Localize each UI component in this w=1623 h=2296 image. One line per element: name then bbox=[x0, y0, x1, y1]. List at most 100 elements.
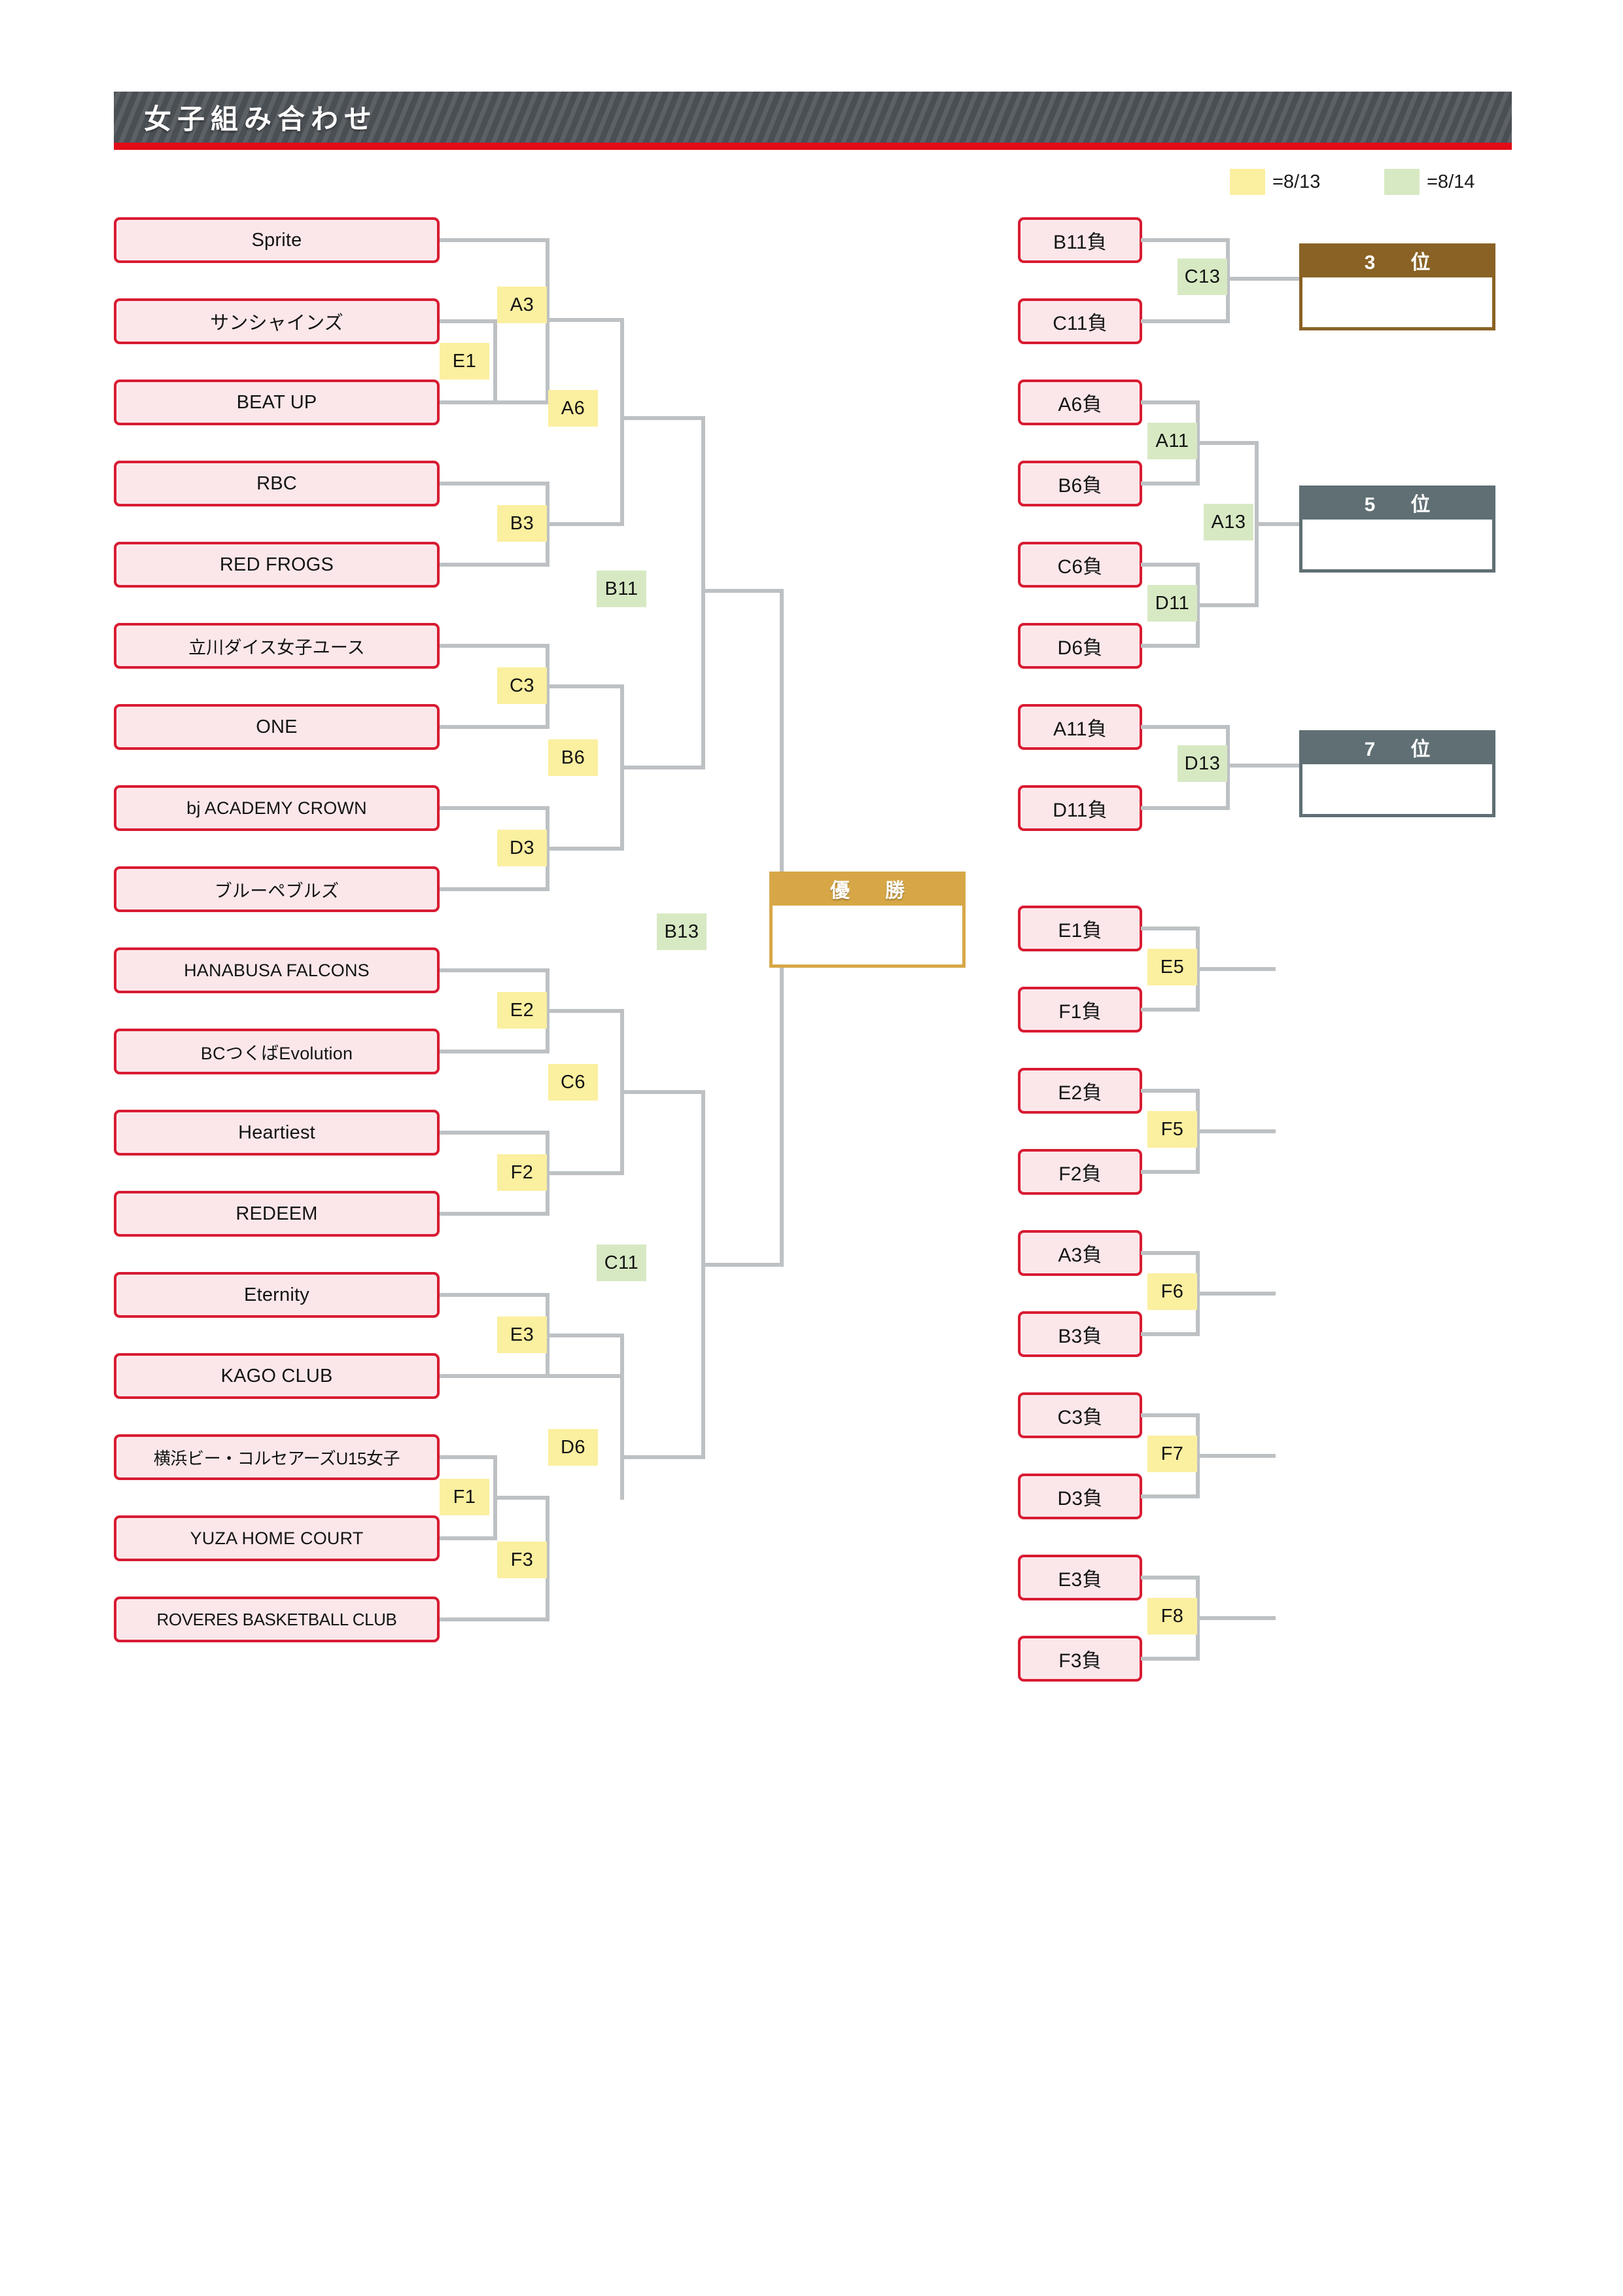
match-label-E3[interactable]: E3 bbox=[497, 1316, 547, 1353]
team-box[interactable]: Eternity bbox=[114, 1272, 440, 1318]
legend-swatch-green-icon bbox=[1384, 169, 1420, 195]
match-label-D13[interactable]: D13 bbox=[1178, 745, 1227, 782]
loser-box[interactable]: C11負 bbox=[1018, 298, 1142, 344]
team-box[interactable]: REDEEM bbox=[114, 1191, 440, 1237]
legend-item-813: =8/13 bbox=[1230, 169, 1320, 195]
team-box[interactable]: Sprite bbox=[114, 217, 440, 263]
loser-box[interactable]: F3負 bbox=[1018, 1636, 1142, 1682]
connector-line bbox=[1141, 1251, 1200, 1255]
team-box[interactable]: BEAT UP bbox=[114, 380, 440, 425]
connector-line bbox=[440, 887, 550, 891]
connector-line bbox=[620, 766, 705, 769]
loser-box[interactable]: D3負 bbox=[1018, 1474, 1142, 1519]
connector-line bbox=[1141, 927, 1200, 930]
match-label-F2[interactable]: F2 bbox=[497, 1154, 547, 1191]
match-label-E2[interactable]: E2 bbox=[497, 992, 547, 1029]
loser-box[interactable]: C6負 bbox=[1018, 542, 1142, 588]
connector-line bbox=[1141, 1008, 1200, 1012]
connector-line bbox=[1141, 1170, 1200, 1174]
match-label-F3[interactable]: F3 bbox=[497, 1542, 547, 1578]
loser-box[interactable]: E3負 bbox=[1018, 1555, 1142, 1600]
loser-box[interactable]: E1負 bbox=[1018, 906, 1142, 951]
match-label-C11[interactable]: C11 bbox=[597, 1245, 646, 1281]
match-label-E1[interactable]: E1 bbox=[440, 343, 489, 380]
match-label-A3[interactable]: A3 bbox=[497, 287, 547, 323]
loser-box[interactable]: D6負 bbox=[1018, 623, 1142, 669]
connector-line bbox=[1141, 1413, 1200, 1417]
match-label-A6[interactable]: A6 bbox=[548, 390, 598, 427]
seventh-place-winner-value bbox=[1302, 764, 1492, 814]
connector-line bbox=[1141, 644, 1200, 648]
legend-item-814: =8/14 bbox=[1384, 169, 1475, 195]
team-box[interactable]: BCつくばEvolution bbox=[114, 1029, 440, 1074]
connector-line bbox=[620, 416, 705, 420]
loser-box[interactable]: A11負 bbox=[1018, 704, 1142, 750]
team-box[interactable]: RBC bbox=[114, 461, 440, 506]
match-label-B3[interactable]: B3 bbox=[497, 505, 547, 542]
connector-line bbox=[1141, 400, 1200, 404]
match-label-C6[interactable]: C6 bbox=[548, 1064, 598, 1101]
team-box[interactable]: 立川ダイス女子ユース bbox=[114, 623, 440, 669]
loser-box[interactable]: F2負 bbox=[1018, 1149, 1142, 1195]
match-label-E5[interactable]: E5 bbox=[1147, 949, 1197, 985]
team-box[interactable]: Heartiest bbox=[114, 1110, 440, 1156]
connector-line bbox=[440, 1374, 550, 1378]
connector-line bbox=[701, 1090, 705, 1458]
match-label-A13[interactable]: A13 bbox=[1204, 504, 1253, 540]
match-label-F7[interactable]: F7 bbox=[1147, 1436, 1197, 1472]
match-label-F5[interactable]: F5 bbox=[1147, 1111, 1197, 1148]
team-box[interactable]: ROVERES BASKETBALL CLUB bbox=[114, 1597, 440, 1642]
connector-line bbox=[1196, 1616, 1276, 1620]
connector-line bbox=[546, 318, 624, 322]
connector-line bbox=[440, 563, 550, 567]
loser-box[interactable]: C3負 bbox=[1018, 1392, 1142, 1438]
third-place-winner-value bbox=[1302, 277, 1492, 327]
fifth-place-title: 5 位 bbox=[1364, 494, 1439, 516]
match-label-D11[interactable]: D11 bbox=[1147, 585, 1197, 622]
team-box[interactable]: KAGO CLUB bbox=[114, 1353, 440, 1399]
match-label-B11[interactable]: B11 bbox=[597, 571, 646, 607]
connector-line bbox=[1141, 1576, 1200, 1580]
match-label-C13[interactable]: C13 bbox=[1178, 258, 1227, 295]
fifth-place-winner-value bbox=[1302, 520, 1492, 569]
team-box[interactable]: bj ACADEMY CROWN bbox=[114, 785, 440, 831]
connector-line bbox=[440, 1536, 497, 1540]
team-box[interactable]: ブルーペブルズ bbox=[114, 866, 440, 912]
match-label-B6[interactable]: B6 bbox=[548, 739, 598, 776]
loser-box[interactable]: B11負 bbox=[1018, 217, 1142, 263]
loser-box[interactable]: A6負 bbox=[1018, 380, 1142, 425]
match-label-A11[interactable]: A11 bbox=[1147, 423, 1197, 459]
connector-line bbox=[546, 1171, 624, 1175]
team-box[interactable]: サンシャインズ bbox=[114, 298, 440, 344]
connector-line bbox=[440, 1212, 550, 1216]
match-label-F6[interactable]: F6 bbox=[1147, 1273, 1197, 1310]
connector-line bbox=[1196, 967, 1276, 971]
champion-result-box: 優 勝 bbox=[769, 872, 966, 968]
loser-box[interactable]: B6負 bbox=[1018, 461, 1142, 506]
loser-box[interactable]: A3負 bbox=[1018, 1230, 1142, 1276]
loser-box[interactable]: D11負 bbox=[1018, 785, 1142, 831]
connector-line bbox=[440, 1293, 550, 1297]
connector-line bbox=[1141, 1494, 1200, 1498]
match-label-D3[interactable]: D3 bbox=[497, 830, 547, 866]
connector-line bbox=[1226, 764, 1302, 768]
match-label-C3[interactable]: C3 bbox=[497, 667, 547, 704]
loser-box[interactable]: B3負 bbox=[1018, 1311, 1142, 1357]
team-box[interactable]: YUZA HOME COURT bbox=[114, 1515, 440, 1561]
team-box[interactable]: RED FROGS bbox=[114, 542, 440, 588]
loser-box[interactable]: F1負 bbox=[1018, 987, 1142, 1033]
match-label-F1[interactable]: F1 bbox=[440, 1479, 489, 1515]
page-header: 女子組み合わせ bbox=[114, 92, 1512, 143]
loser-box[interactable]: E2負 bbox=[1018, 1068, 1142, 1114]
connector-line bbox=[701, 1263, 784, 1267]
match-label-B13[interactable]: B13 bbox=[657, 913, 707, 950]
champion-title: 優 勝 bbox=[830, 880, 913, 902]
connector-line bbox=[440, 644, 550, 648]
match-label-F8[interactable]: F8 bbox=[1147, 1598, 1197, 1634]
team-box[interactable]: 横浜ビー・コルセアーズU15女子 bbox=[114, 1434, 440, 1480]
fifth-place-result-box: 5 位 bbox=[1299, 486, 1495, 573]
team-box[interactable]: HANABUSA FALCONS bbox=[114, 947, 440, 993]
match-label-D6[interactable]: D6 bbox=[548, 1429, 598, 1466]
connector-line bbox=[440, 1131, 550, 1135]
team-box[interactable]: ONE bbox=[114, 704, 440, 750]
